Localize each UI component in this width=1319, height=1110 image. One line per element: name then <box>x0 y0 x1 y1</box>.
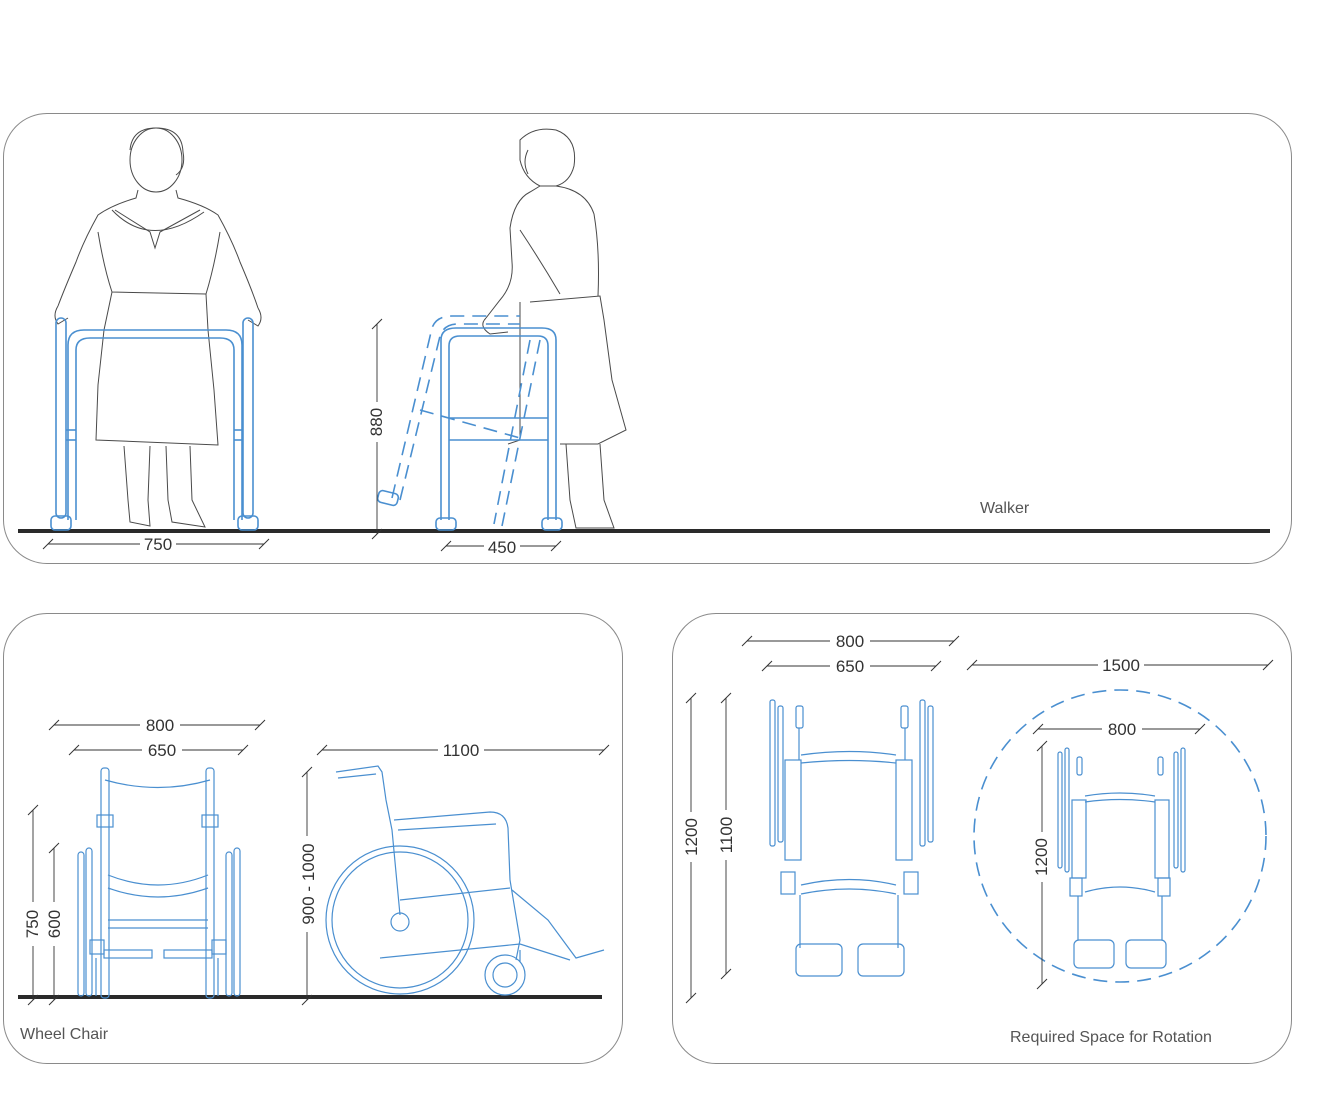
dim-wc-width-650: 650 <box>68 739 249 761</box>
dim-walker-width: 750 <box>42 534 270 554</box>
dim-walker-height: 880 <box>366 318 388 540</box>
dim-wc-seat-600: 600 <box>44 842 66 1006</box>
walker-front-frame <box>50 317 259 531</box>
dim-rot-width-650: 650 <box>761 655 942 677</box>
wheelchair-side-view <box>325 765 605 996</box>
dim-rot-width-800: 800 <box>741 630 960 652</box>
dim-rot-1100-label: 1100 <box>717 817 736 854</box>
dim-1500-label: 1500 <box>1102 656 1140 675</box>
dim-1200-label: 1200 <box>682 818 701 856</box>
dim-rot-inner-1200: 1200 <box>1031 740 1053 990</box>
dim-rot-length-1100: 1100 <box>715 692 737 980</box>
dim-wc-width-800: 800 <box>48 714 266 736</box>
dim-walker-depth: 450 <box>440 536 562 557</box>
dim-450-label: 450 <box>488 538 516 557</box>
wheelchair-top-view <box>769 699 934 977</box>
wheelchair-rotation-view <box>1057 747 1186 969</box>
dim-600-label: 600 <box>45 910 64 938</box>
dim-800-label: 800 <box>146 716 174 735</box>
dim-rot-800-label: 800 <box>836 632 864 651</box>
dim-rot-650-label: 650 <box>836 657 864 676</box>
dim-1100-label: 1100 <box>443 741 480 760</box>
dim-rot-diameter-1500: 1500 <box>966 654 1274 676</box>
dim-rot-inner-1200-label: 1200 <box>1032 838 1051 876</box>
dim-rot-inner-800: 800 <box>1032 718 1206 740</box>
wheelchair-caption: Wheel Chair <box>20 1026 109 1043</box>
rotation-caption: Required Space for Rotation <box>1010 1029 1212 1046</box>
walker-caption: Walker <box>980 500 1030 517</box>
person-front-figure <box>54 127 262 528</box>
dim-rot-inner-800-label: 800 <box>1108 720 1136 739</box>
walker-tilted-frame-dashed <box>376 315 541 527</box>
dim-650-label: 650 <box>148 741 176 760</box>
dim-900-1000-label: 900 - 1000 <box>299 843 318 924</box>
dim-750-label: 750 <box>144 535 172 554</box>
dim-750-wc-label: 750 <box>23 910 42 938</box>
dim-wc-armrest-750: 750 <box>22 804 44 1006</box>
wheelchair-front-view <box>77 767 241 999</box>
dim-rot-length-1200: 1200 <box>680 692 702 1004</box>
dim-wc-height-range: 900 - 1000 <box>297 766 319 1006</box>
drawing-canvas: 750 450 880 800 650 1100 900 - 1000 750 … <box>18 127 1274 1006</box>
dim-880-label: 880 <box>367 408 386 436</box>
dim-wc-length-1100: 1100 <box>316 739 610 761</box>
